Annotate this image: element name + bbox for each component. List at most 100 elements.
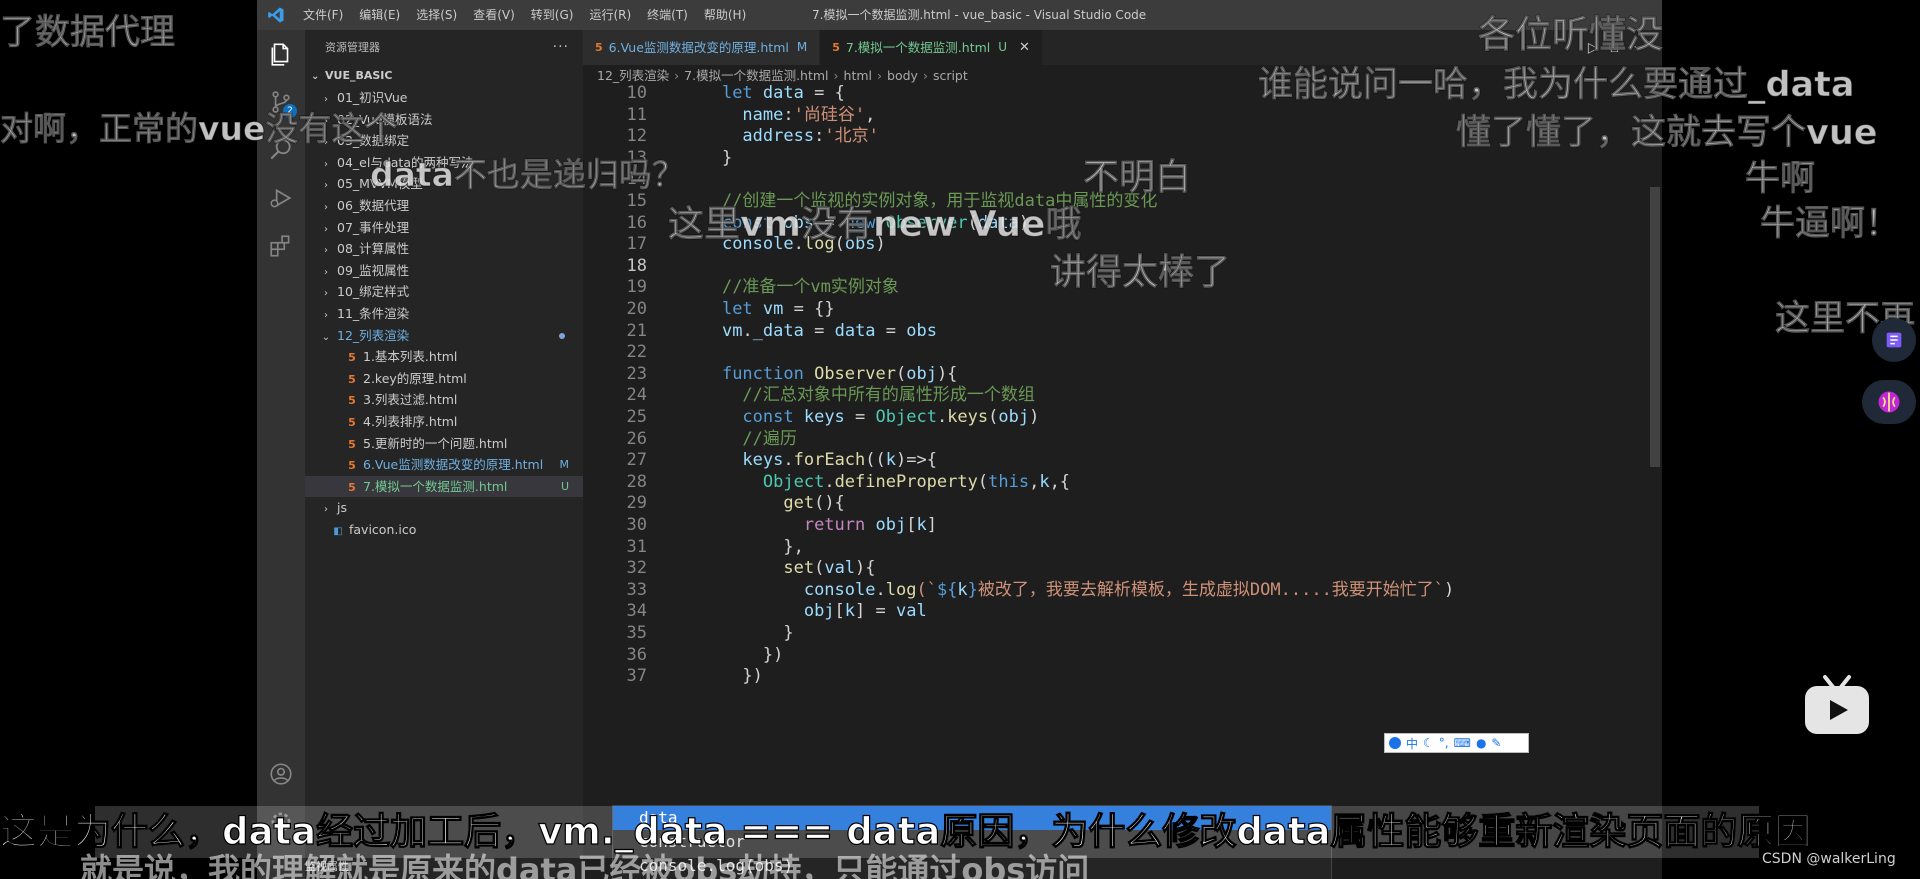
- code-token: log: [885, 579, 917, 600]
- folder-item[interactable]: ⌄ 12_列表渲染: [305, 325, 583, 347]
- chevron-right-icon: ›: [324, 201, 328, 213]
- bilibili-tv-icon[interactable]: [1803, 673, 1871, 737]
- danmaku-comment: 这里vm没有new Vue哦: [667, 204, 1082, 246]
- file-item[interactable]: 5 6.Vue监测数据改变的原理.html M: [305, 454, 583, 476]
- code-token: keys: [742, 450, 784, 471]
- code-token: :: [814, 126, 825, 147]
- menu-item[interactable]: 终端(T): [639, 0, 696, 30]
- code-token: =: [844, 407, 876, 427]
- code-token: obs: [906, 320, 937, 341]
- extensions-icon[interactable]: [257, 222, 305, 270]
- book-icon[interactable]: [1872, 318, 1916, 362]
- project-root[interactable]: ⌄ VUE_BASIC: [305, 65, 583, 87]
- tab-status: U: [998, 40, 1008, 54]
- folder-item[interactable]: › 11_条件渲染: [305, 303, 583, 325]
- code-token: [: [906, 515, 917, 535]
- chevron-right-icon: ›: [324, 309, 328, 321]
- ime-mode[interactable]: 中: [1406, 735, 1418, 752]
- code-token: '尚硅谷': [793, 104, 866, 125]
- code-token: vm: [721, 320, 743, 341]
- folder-item[interactable]: › 09_监视属性: [305, 260, 583, 282]
- activity-bar: 2: [257, 30, 305, 879]
- chevron-right-icon: ›: [324, 266, 328, 278]
- code-token: ,: [865, 104, 876, 125]
- file-item[interactable]: ◧ favicon.ico: [305, 519, 583, 541]
- run-debug-icon[interactable]: [257, 174, 305, 222]
- code-token: ((: [865, 450, 886, 471]
- editor-scrollbar[interactable]: [1648, 87, 1662, 807]
- code-token: k: [957, 579, 968, 600]
- html-file-icon: 5: [348, 459, 356, 473]
- editor-tab[interactable]: 5 6.Vue监测数据改变的原理.html M: [583, 30, 821, 65]
- menu-item[interactable]: 选择(S): [408, 0, 465, 30]
- code-token: Observer: [814, 363, 896, 384]
- file-item[interactable]: 5 4.列表排序.html: [305, 411, 583, 433]
- menu-item[interactable]: 运行(R): [581, 0, 639, 30]
- code-token: //汇总对象中所有的属性形成一个数组: [742, 385, 1035, 406]
- wrench-icon[interactable]: ✎: [1491, 736, 1501, 750]
- tree-item-label: 1.基本列表.html: [363, 349, 458, 365]
- folder-item[interactable]: › 10_绑定样式: [305, 281, 583, 303]
- code-token: function: [721, 363, 815, 384]
- project-name: VUE_BASIC: [325, 69, 393, 82]
- code-token: k: [844, 601, 856, 622]
- code-token: forEach: [793, 450, 866, 471]
- danmaku-comment: 不明白: [1082, 157, 1192, 199]
- account-icon[interactable]: [257, 750, 305, 798]
- menu-item[interactable]: 编辑(E): [351, 0, 408, 30]
- code-token: (: [814, 558, 825, 579]
- menu-item[interactable]: 文件(F): [295, 0, 351, 30]
- file-item[interactable]: 5 1.基本列表.html: [305, 346, 583, 368]
- html-file-icon: 5: [832, 41, 840, 54]
- file-item[interactable]: 5 3.列表过滤.html: [305, 389, 583, 411]
- tree-item-label: 7.模拟一个数据监测.html: [363, 478, 508, 494]
- menu-item[interactable]: 转到(G): [523, 0, 582, 30]
- danmaku-comment: 讲得太棒了: [1049, 252, 1231, 294]
- menu-item[interactable]: 查看(V): [465, 0, 523, 30]
- code-line[interactable]: 37 }): [583, 663, 1643, 689]
- code-token: obj: [998, 407, 1030, 427]
- ime-toolbar[interactable]: 中 ☾ °, ⌨ ● ✎: [1384, 733, 1529, 753]
- tab-label: 7.模拟一个数据监测.html: [845, 40, 991, 55]
- file-item[interactable]: 5 2.key的原理.html: [305, 368, 583, 390]
- tree-item-label: 2.key的原理.html: [363, 370, 467, 386]
- folder-item[interactable]: › 07_事件处理: [305, 217, 583, 239]
- close-icon[interactable]: ✕: [1019, 30, 1030, 65]
- code-token: keys: [803, 407, 845, 427]
- danmaku-comment: 对啊，正常的vue没有这个: [0, 109, 398, 149]
- code-token: Object: [762, 471, 825, 492]
- menu-item[interactable]: 帮助(H): [696, 0, 754, 30]
- tree-item-label: 09_监视属性: [337, 262, 410, 278]
- code-token: val: [896, 601, 927, 622]
- brain-icon[interactable]: [1862, 380, 1916, 424]
- file-item[interactable]: 5 7.模拟一个数据监测.html U: [305, 475, 583, 498]
- explorer-icon[interactable]: [257, 30, 305, 78]
- code-token: }: [681, 623, 794, 643]
- line-number: 37: [626, 666, 647, 687]
- keyboard-icon[interactable]: ⌨: [1454, 736, 1471, 750]
- user-icon[interactable]: ●: [1476, 736, 1486, 750]
- code-token: obj: [875, 515, 907, 535]
- scrollbar-thumb[interactable]: [1650, 187, 1660, 467]
- moon-icon[interactable]: ☾: [1423, 736, 1434, 750]
- code-token: console: [803, 579, 876, 600]
- folder-item[interactable]: › 06_数据代理: [305, 195, 583, 217]
- code-token: ){: [855, 558, 876, 579]
- more-actions-icon[interactable]: ···: [553, 30, 569, 65]
- punct-icon[interactable]: °,: [1439, 736, 1449, 750]
- editor-tab[interactable]: 5 7.模拟一个数据监测.html U ✕: [820, 30, 1043, 65]
- code-token: let: [721, 83, 763, 103]
- html-file-icon: 5: [348, 372, 356, 386]
- code-token: = {: [803, 83, 845, 103]
- subtitle-secondary: 就是说，我的理解就是原来的data已经被obs劫持，只能通过obs访问: [80, 851, 1090, 879]
- code-token: )=>{: [896, 450, 937, 471]
- folder-item[interactable]: › js: [305, 497, 583, 519]
- danmaku-comment: data不也是递归吗？: [370, 155, 686, 195]
- file-item[interactable]: 5 5.更新时的一个问题.html: [305, 433, 583, 455]
- folder-item[interactable]: › 08_计算属性: [305, 238, 583, 260]
- code-token: =: [875, 320, 907, 341]
